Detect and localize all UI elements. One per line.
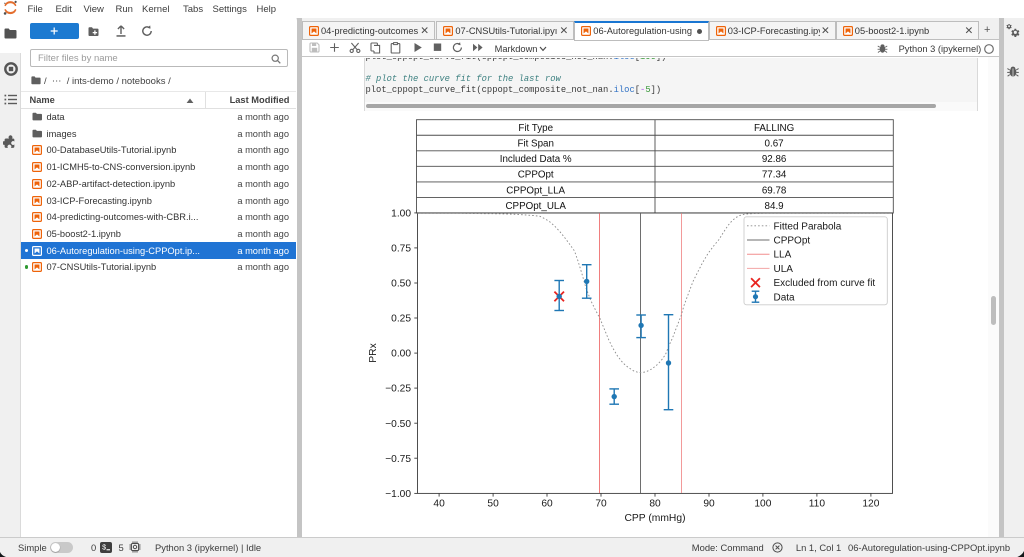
svg-text:CPPOpt_ULA: CPPOpt_ULA	[505, 201, 566, 212]
svg-text:80: 80	[649, 499, 661, 510]
svg-text:CPPOpt: CPPOpt	[774, 236, 811, 247]
svg-text:0.25: 0.25	[391, 314, 411, 325]
svg-text:50: 50	[487, 499, 499, 510]
svg-text:100: 100	[754, 499, 771, 510]
svg-text:FALLING: FALLING	[754, 123, 794, 134]
svg-text:0.67: 0.67	[765, 139, 784, 150]
svg-text:−0.25: −0.25	[385, 384, 411, 395]
svg-text:Data: Data	[774, 292, 796, 303]
svg-text:0.00: 0.00	[391, 349, 411, 360]
svg-text:Included Data %: Included Data %	[500, 154, 572, 165]
svg-text:−1.00: −1.00	[385, 489, 411, 500]
svg-text:40: 40	[433, 499, 445, 510]
svg-text:77.34: 77.34	[762, 170, 787, 181]
svg-text:90: 90	[703, 499, 715, 510]
svg-text:Fitted Parabola: Fitted Parabola	[774, 221, 842, 232]
svg-text:1.00: 1.00	[391, 209, 411, 220]
svg-text:CPPOpt: CPPOpt	[518, 170, 554, 181]
svg-text:0.50: 0.50	[391, 279, 411, 290]
svg-text:92.86: 92.86	[762, 154, 787, 165]
svg-text:LLA: LLA	[774, 250, 792, 261]
svg-text:Fit Type: Fit Type	[518, 123, 553, 134]
svg-text:−0.50: −0.50	[385, 419, 411, 430]
svg-text:60: 60	[541, 499, 553, 510]
svg-text:PRx: PRx	[368, 342, 379, 362]
svg-text:120: 120	[862, 499, 879, 510]
svg-text:70: 70	[595, 499, 607, 510]
svg-text:−0.75: −0.75	[385, 454, 411, 465]
svg-text:$: $	[102, 544, 106, 552]
svg-text:84.9: 84.9	[765, 201, 784, 212]
svg-text:110: 110	[809, 499, 826, 510]
svg-text:ULA: ULA	[774, 264, 794, 275]
svg-text:0.75: 0.75	[391, 244, 411, 255]
svg-text:69.78: 69.78	[762, 185, 787, 196]
svg-text:Excluded from curve fit: Excluded from curve fit	[774, 278, 876, 289]
svg-text:CPPOpt_LLA: CPPOpt_LLA	[506, 185, 565, 196]
svg-text:CPP (mmHg): CPP (mmHg)	[624, 513, 685, 524]
svg-text:Fit Span: Fit Span	[517, 139, 554, 150]
